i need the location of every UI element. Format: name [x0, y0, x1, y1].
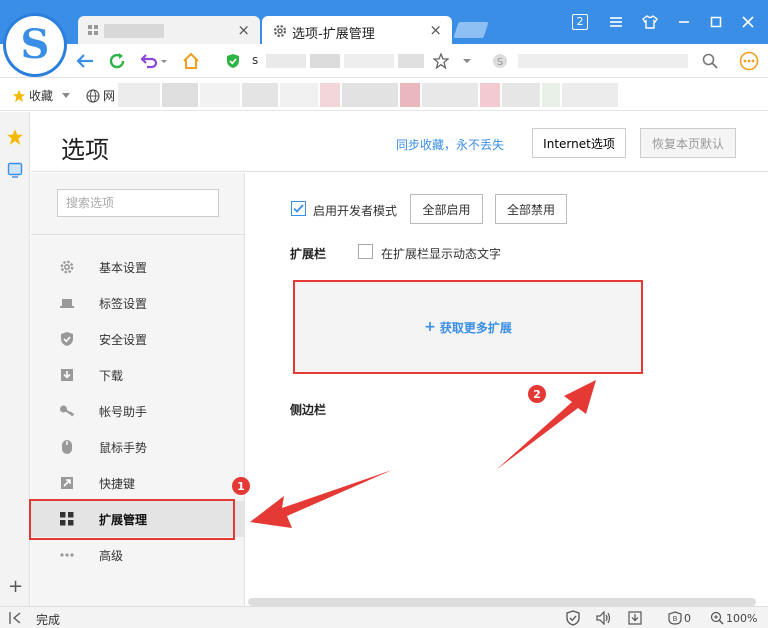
ad-block-counter[interactable]: B 0	[668, 610, 691, 626]
blurred-bookmark	[118, 83, 160, 107]
side-strip: +	[0, 112, 30, 606]
options-header: 选项 同步收藏，永不丢失 Internet选项 恢复本页默认	[31, 112, 768, 172]
disable-all-button[interactable]: 全部禁用	[495, 194, 567, 224]
restore-default-button[interactable]: 恢复本页默认	[640, 128, 736, 158]
developer-mode-checkbox[interactable]	[291, 201, 306, 216]
sidebar-item-tabs[interactable]: 标签设置	[31, 285, 245, 321]
gear-icon	[273, 24, 287, 38]
svg-text:S: S	[497, 57, 503, 68]
sidebar-item-shortcuts[interactable]: 快捷键	[31, 465, 245, 501]
mouse-icon	[59, 439, 75, 455]
bookmark-item[interactable]: 网	[86, 87, 115, 104]
tab-close-icon[interactable]: ×	[429, 21, 442, 39]
star-icon	[12, 89, 26, 102]
sidebar-item-mouse-gesture[interactable]: 鼠标手势	[31, 429, 245, 465]
home-icon[interactable]	[180, 50, 202, 72]
sync-link[interactable]: 同步收藏，永不丢失	[396, 136, 504, 153]
ad-block-icon: B	[668, 611, 682, 625]
undo-close-tab-icon[interactable]	[138, 50, 170, 72]
horizontal-scrollbar[interactable]	[248, 598, 756, 606]
extension-bar-title: 扩展栏	[290, 247, 327, 261]
browser-logo: S	[6, 16, 64, 74]
download-icon	[59, 367, 75, 383]
favorites-star-icon[interactable]	[6, 128, 24, 146]
shield-icon	[59, 331, 75, 347]
new-tab-button[interactable]	[453, 22, 489, 38]
grid-icon	[88, 25, 98, 35]
sidebar-item-download[interactable]: 下载	[31, 357, 245, 393]
plus-icon: +	[424, 319, 436, 335]
page-title: 选项	[61, 136, 109, 164]
sidebar-section-title: 侧边栏	[290, 403, 327, 417]
annotation-marker-1: 1	[232, 477, 250, 495]
collapse-sidebar-icon[interactable]	[8, 611, 22, 625]
back-arrow-icon[interactable]	[74, 50, 96, 72]
speaker-icon[interactable]	[596, 610, 612, 626]
blurred-search-text	[518, 54, 688, 68]
security-shield-icon[interactable]	[566, 610, 580, 626]
skin-shirt-icon[interactable]	[638, 12, 662, 32]
shortcut-arrow-icon	[59, 475, 75, 491]
blurred-url	[266, 54, 306, 68]
favorites-menu[interactable]: 收藏	[12, 87, 71, 104]
highlight-extensions-box	[29, 499, 235, 540]
show-dynamic-text-label: 在扩展栏显示动态文字	[381, 247, 502, 261]
tab-close-icon[interactable]: ×	[237, 21, 250, 39]
download-manager-icon[interactable]	[628, 610, 642, 626]
extensions-panel: 启用开发者模式 全部启用 全部禁用 扩展栏 在扩展栏显示动态文字 + 获取更多扩…	[246, 173, 768, 606]
minimize-icon[interactable]	[672, 12, 696, 32]
options-sidebar: 基本设置 标签设置 安全设置 下载 帐号助手 鼠标手势 快捷键 扩展管理 高级	[31, 173, 245, 606]
refresh-icon[interactable]	[106, 50, 128, 72]
maximize-icon[interactable]	[704, 12, 728, 32]
tab-inactive[interactable]: ×	[78, 16, 260, 46]
divider	[31, 234, 245, 235]
more-options-icon[interactable]	[738, 50, 760, 72]
internet-options-button[interactable]: Internet选项	[532, 128, 626, 158]
add-sidebar-icon[interactable]: +	[8, 576, 23, 597]
close-window-icon[interactable]	[736, 12, 760, 32]
sidebar-item-basic[interactable]: 基本设置	[31, 249, 245, 285]
tab-count-icon[interactable]: 2	[568, 12, 592, 32]
address-dropdown-icon[interactable]	[456, 50, 478, 72]
show-dynamic-text-checkbox[interactable]	[358, 244, 373, 259]
search-engine-icon: S	[493, 54, 507, 68]
get-more-extensions-label: 获取更多扩展	[439, 320, 512, 335]
tab-active[interactable]: 选项-扩展管理 ×	[262, 16, 452, 46]
status-bar: 完成 B 0 100%	[0, 606, 768, 628]
bookmarks-bar: 收藏 网	[0, 79, 768, 111]
more-dots-icon	[59, 547, 75, 563]
enable-all-button[interactable]: 全部启用	[410, 194, 483, 224]
search-icon[interactable]	[702, 53, 718, 69]
key-icon	[59, 403, 75, 419]
get-more-extensions-button[interactable]: + 获取更多扩展	[293, 280, 643, 374]
zoom-icon	[710, 611, 724, 625]
menu-icon[interactable]	[604, 12, 628, 32]
checkmark-icon	[293, 204, 304, 213]
sidebar-item-account[interactable]: 帐号助手	[31, 393, 245, 429]
chevron-down-icon	[62, 93, 71, 98]
svg-text:B: B	[673, 615, 678, 623]
address-text: s	[252, 53, 259, 67]
address-toolbar: s S	[0, 44, 768, 78]
zoom-control[interactable]: 100%	[710, 610, 757, 626]
reader-icon[interactable]	[7, 162, 23, 178]
favorite-star-icon[interactable]	[430, 50, 452, 72]
status-text: 完成	[36, 613, 61, 627]
blurred-tab-title	[104, 24, 164, 38]
secure-shield-icon	[227, 54, 239, 68]
developer-mode-label: 启用开发者模式	[313, 204, 398, 218]
globe-icon	[86, 88, 100, 103]
gear-icon	[59, 259, 75, 275]
annotation-marker-2: 2	[528, 385, 546, 403]
sidebar-item-security[interactable]: 安全设置	[31, 321, 245, 357]
title-bar: × 选项-扩展管理 × 2	[0, 0, 768, 46]
search-options-input[interactable]	[57, 189, 219, 217]
tab-icon	[59, 295, 75, 311]
tab-title: 选项-扩展管理	[292, 27, 375, 42]
sidebar-item-advanced[interactable]: 高级	[31, 537, 245, 573]
search-field[interactable]: S	[490, 49, 726, 73]
